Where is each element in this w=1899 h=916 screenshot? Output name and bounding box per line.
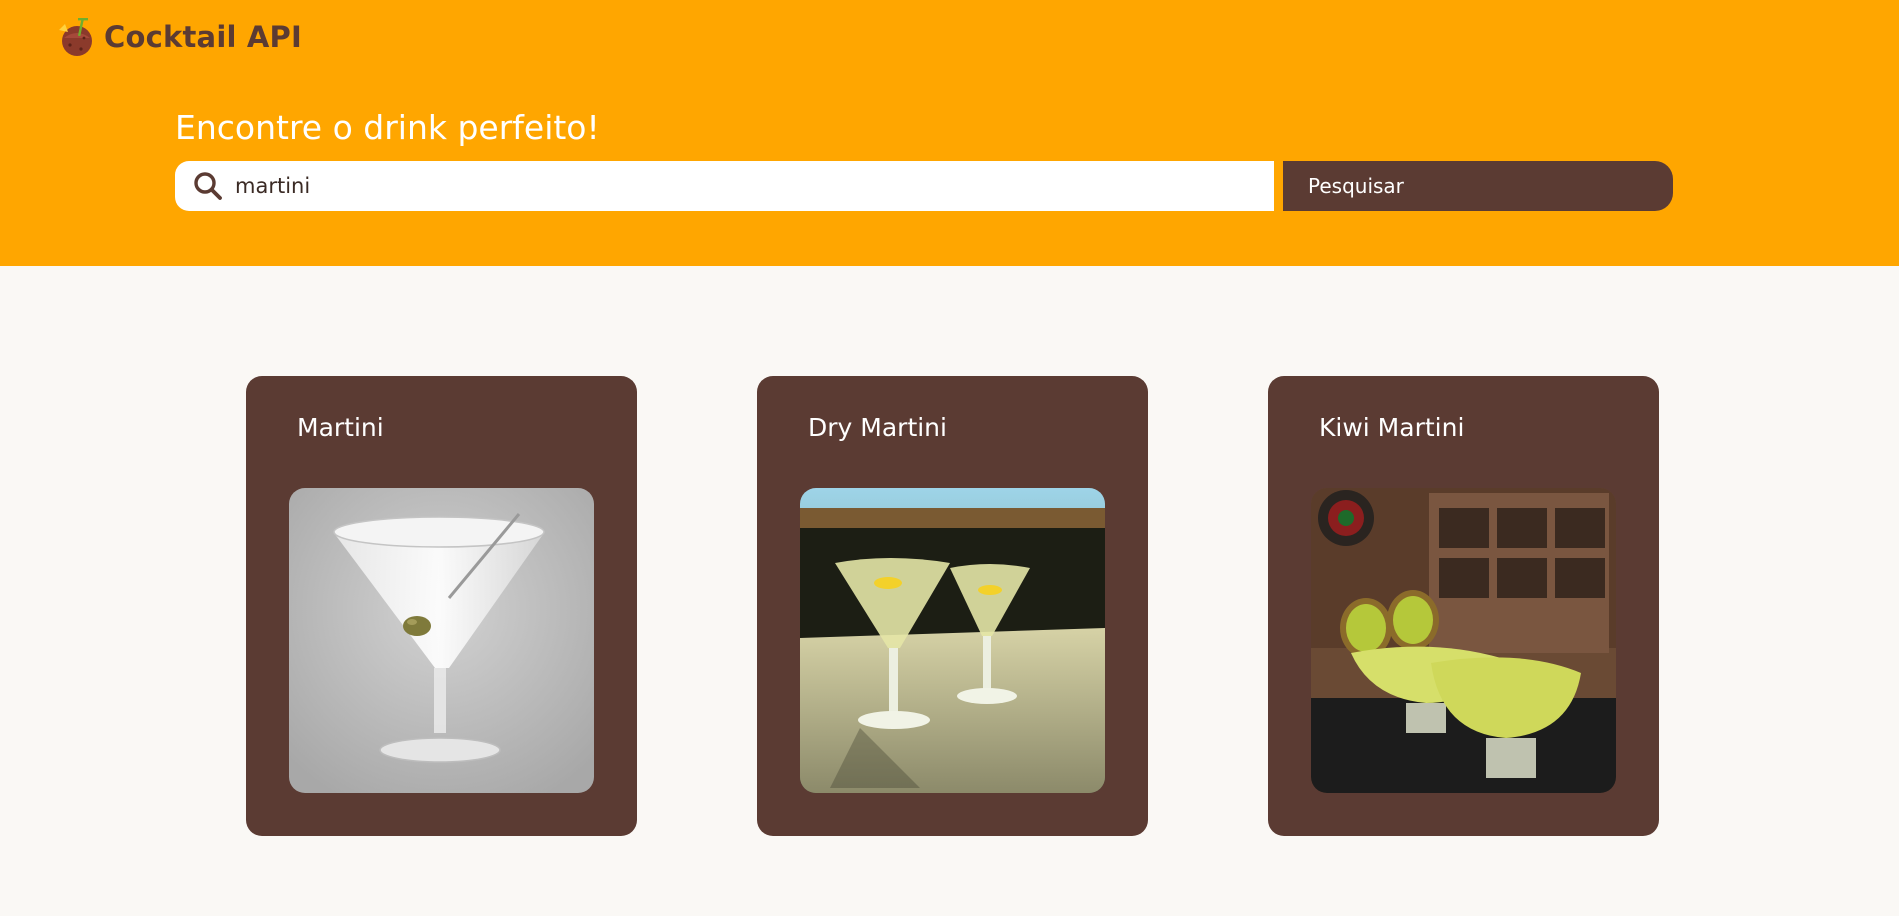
app-title: Cocktail API [104,20,302,54]
search-box[interactable] [175,161,1274,211]
drink-card-martini[interactable]: Martini [246,376,637,836]
search-button[interactable]: Pesquisar [1283,161,1673,211]
app-logo[interactable]: Cocktail API [56,16,302,58]
coconut-drink-icon [59,17,92,56]
hero-title: Encontre o drink perfeito! [175,108,600,147]
kiwi-martini-photo[interactable] [1311,488,1616,793]
drink-card-kiwi-martini[interactable]: Kiwi Martini [1268,376,1659,836]
drink-card-title: Martini [297,413,384,442]
app-header: Cocktail API Encontre o drink perfeito! … [0,0,1899,266]
drink-card-dry-martini[interactable]: Dry Martini [757,376,1148,836]
drink-card-title: Dry Martini [808,413,947,442]
dry-martini-photo[interactable] [800,488,1105,793]
martini-photo[interactable] [289,488,594,793]
drink-card-title: Kiwi Martini [1319,413,1465,442]
search-icon [194,172,222,200]
search-input[interactable] [235,166,1255,206]
